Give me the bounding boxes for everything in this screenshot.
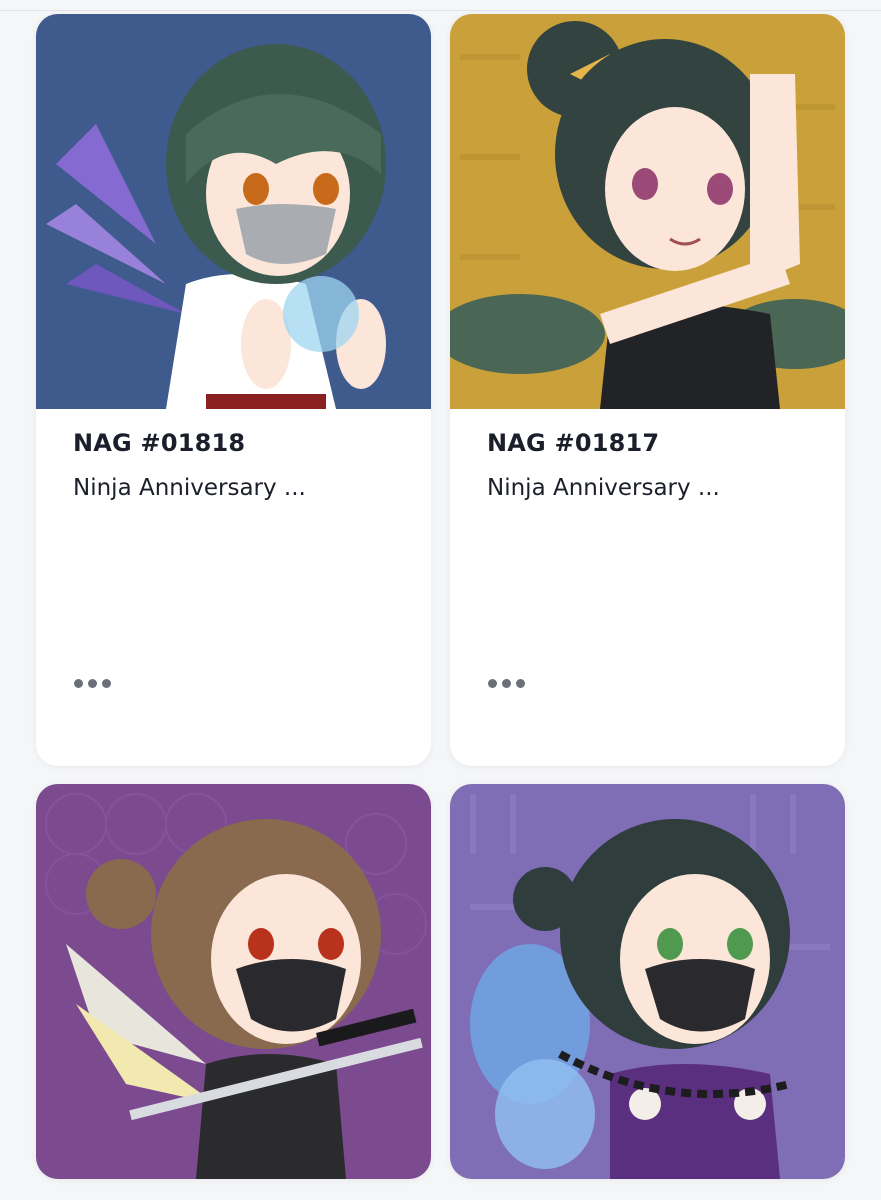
nft-card[interactable]	[450, 784, 845, 1179]
ellipsis-icon	[88, 678, 97, 688]
nft-image[interactable]	[36, 784, 431, 1179]
collection-name[interactable]: Ninja Anniversary ...	[487, 475, 787, 501]
nft-meta: NAG #01817 Ninja Anniversary ...	[450, 409, 845, 766]
collection-name[interactable]: Ninja Anniversary ...	[73, 475, 373, 501]
nft-image[interactable]	[450, 14, 845, 409]
ellipsis-icon	[74, 678, 83, 688]
ellipsis-icon	[102, 678, 111, 688]
nft-card[interactable]	[36, 784, 431, 1179]
nft-name[interactable]: NAG #01818	[73, 429, 245, 457]
nft-image[interactable]	[36, 14, 431, 409]
ellipsis-icon	[516, 678, 525, 688]
nft-card[interactable]: NAG #01818 Ninja Anniversary ...	[36, 14, 431, 766]
top-divider	[0, 10, 881, 11]
more-options-button[interactable]	[488, 671, 534, 695]
more-options-button[interactable]	[74, 671, 120, 695]
nft-meta: NAG #01818 Ninja Anniversary ...	[36, 409, 431, 766]
nft-image[interactable]	[450, 784, 845, 1179]
ellipsis-icon	[502, 678, 511, 688]
ellipsis-icon	[488, 678, 497, 688]
nft-name[interactable]: NAG #01817	[487, 429, 659, 457]
nft-card[interactable]: NAG #01817 Ninja Anniversary ...	[450, 14, 845, 766]
